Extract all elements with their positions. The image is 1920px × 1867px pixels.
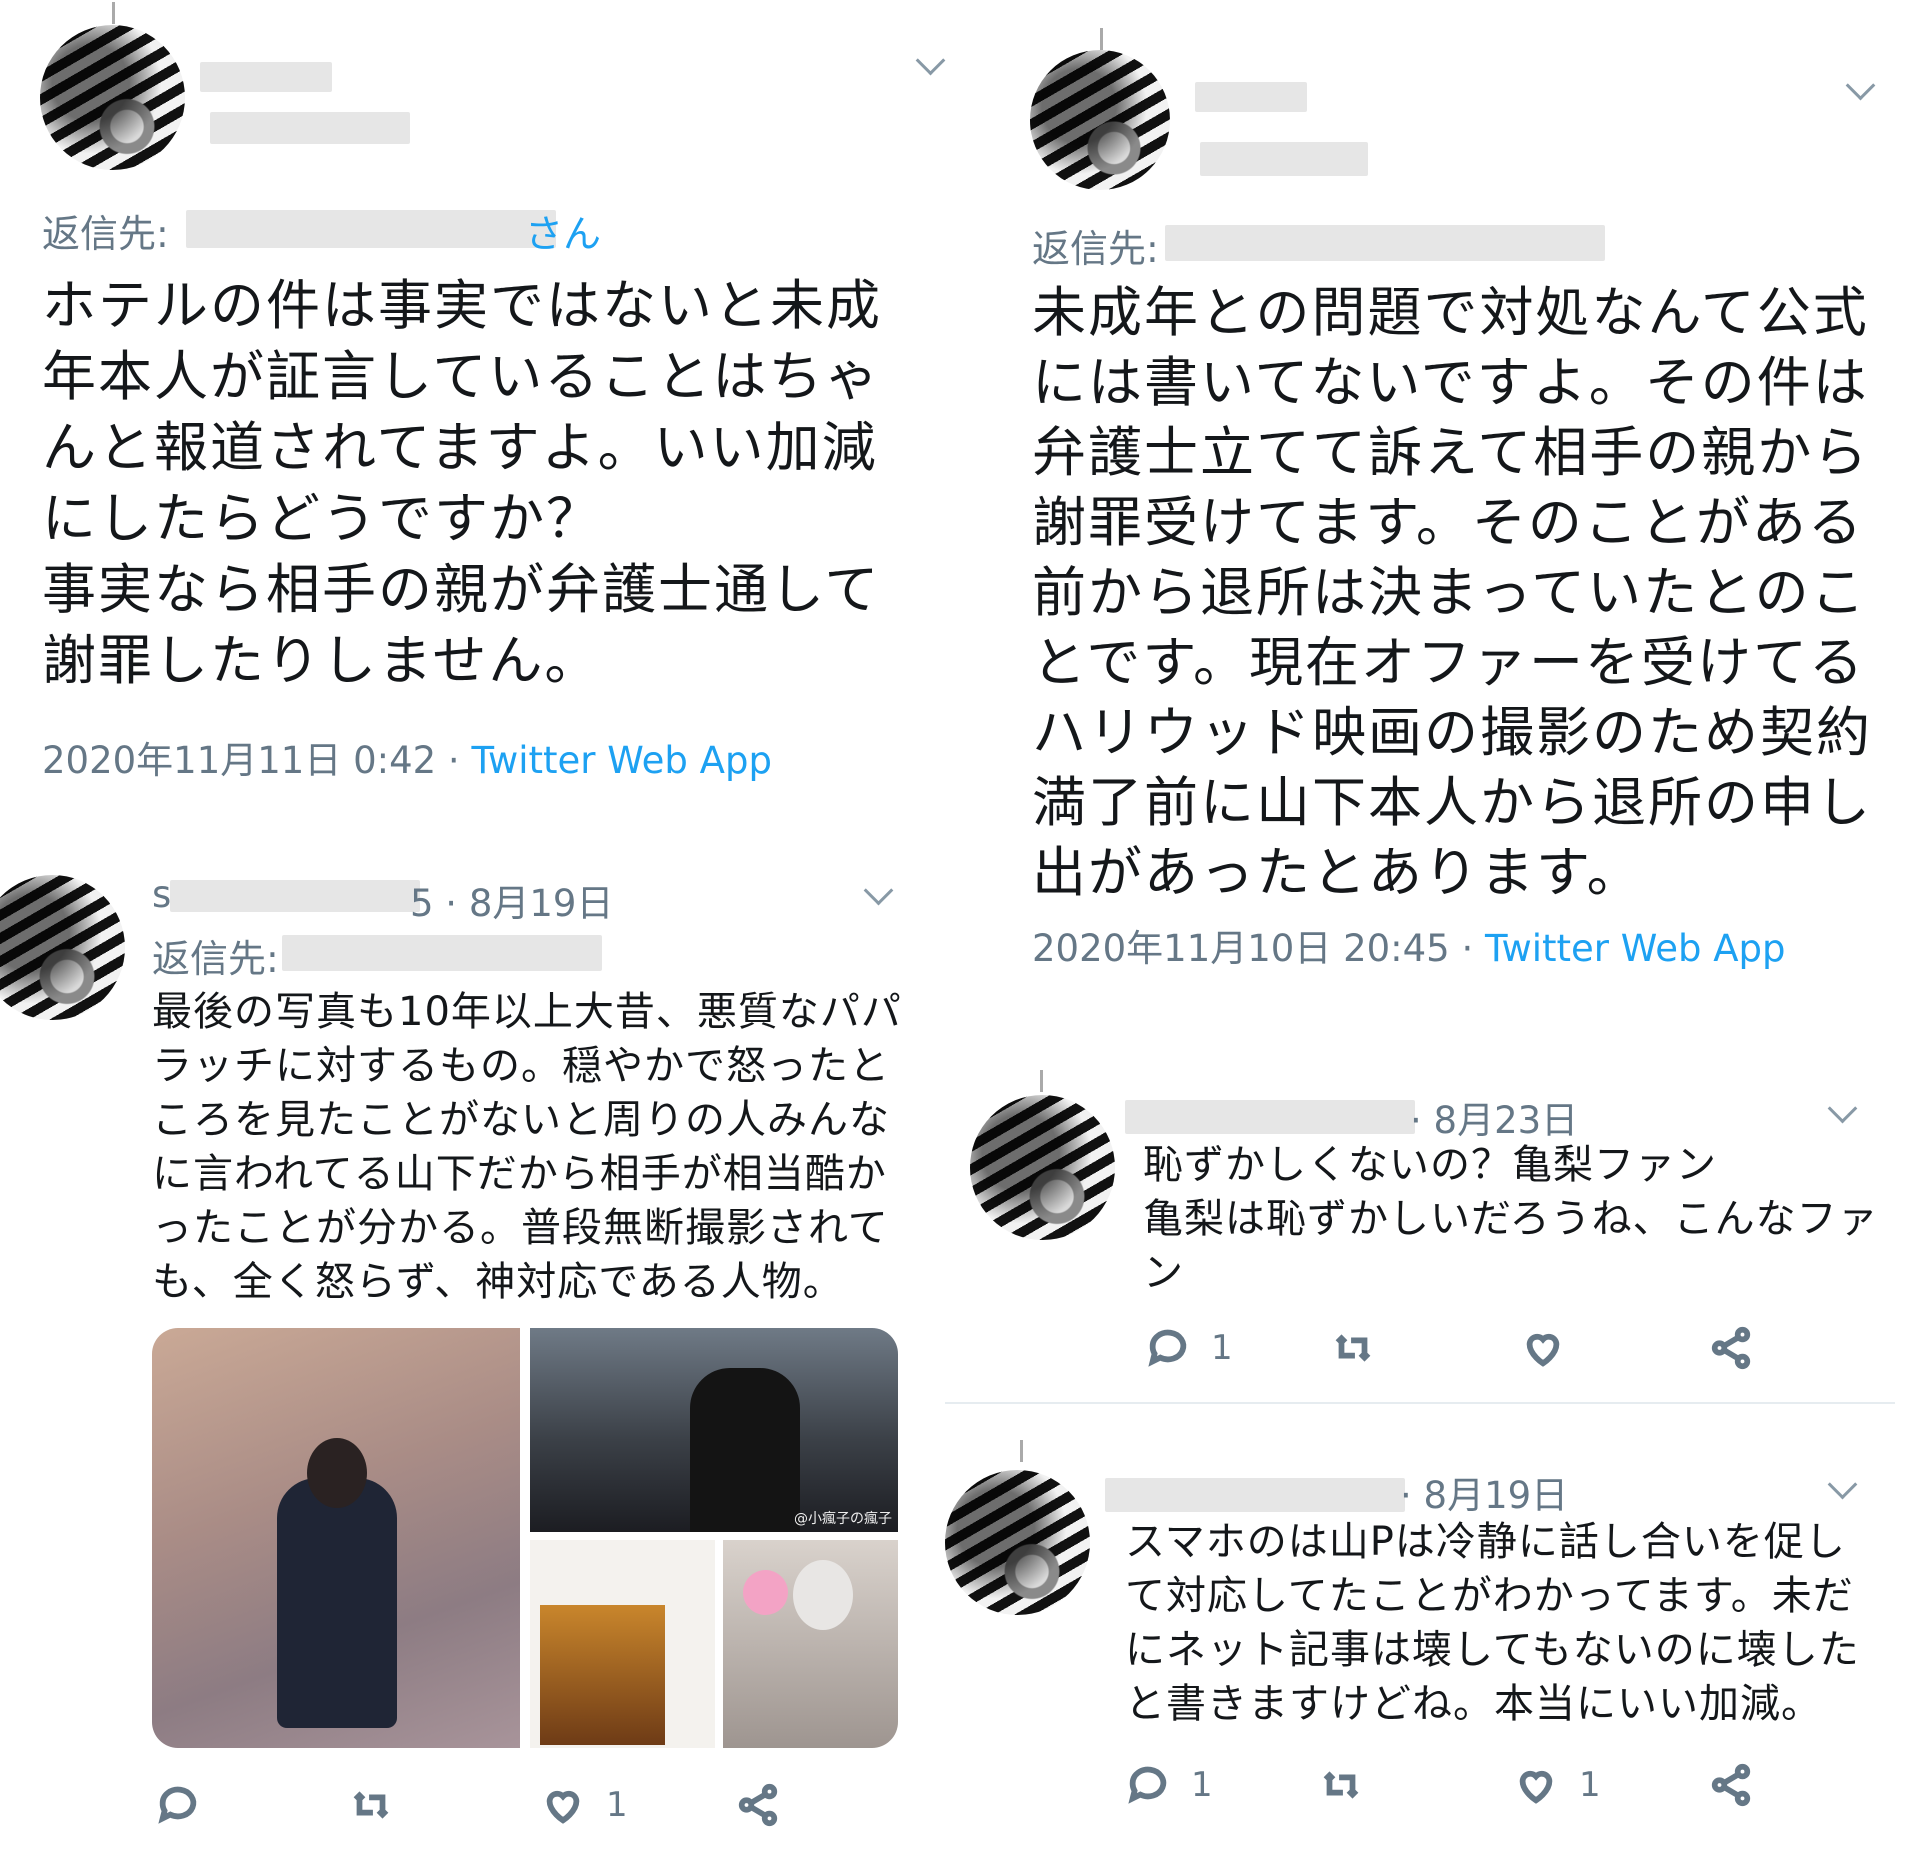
- like-action[interactable]: 1: [1513, 1762, 1601, 1808]
- reply-icon: [158, 1786, 197, 1824]
- source-link[interactable]: Twitter Web App: [1485, 927, 1785, 970]
- tweet-meta: 2020年11月10日 20:45 · Twitter Web App: [1032, 918, 1786, 972]
- source-link[interactable]: Twitter Web App: [471, 739, 771, 782]
- reply-icon: [1128, 1766, 1167, 1804]
- tweet-text: 恥ずかしくないの？亀梨ファン 亀梨は恥ずかしいだろうね、こんなファ ン: [1143, 1142, 1879, 1296]
- thread-line: [1100, 28, 1103, 50]
- redacted-display-name: [200, 62, 332, 92]
- reply-count: 1: [1191, 1765, 1213, 1805]
- tweet-date[interactable]: · 8月23日: [1410, 1090, 1578, 1144]
- magazine-image: [540, 1605, 665, 1745]
- share-action[interactable]: [1708, 1762, 1774, 1808]
- like-action[interactable]: [1520, 1325, 1586, 1371]
- redacted-name-handle: [1125, 1100, 1415, 1134]
- like-icon: [546, 1790, 580, 1824]
- reply-action[interactable]: 1: [1125, 1762, 1213, 1808]
- reply-icon: [1148, 1329, 1187, 1367]
- reply-count: 1: [1211, 1328, 1233, 1368]
- avatar[interactable]: [970, 1095, 1115, 1240]
- chevron-down-icon[interactable]: [1827, 1469, 1858, 1500]
- like-icon: [1519, 1770, 1553, 1804]
- timestamp[interactable]: 2020年11月10日 20:45 ·: [1032, 927, 1473, 970]
- like-action[interactable]: 1: [540, 1782, 628, 1828]
- tweet-text: スマホのは山Pは冷静に話し合いを促し て対応してたことがわかってます。未だ にネ…: [1125, 1519, 1860, 1727]
- thread-line: [1020, 1440, 1023, 1462]
- photo-1[interactable]: [152, 1328, 520, 1748]
- retweet-action[interactable]: [1330, 1325, 1396, 1371]
- like-icon: [1526, 1333, 1560, 1367]
- like-count: 1: [1579, 1765, 1601, 1805]
- reply-to-label: 返信先:: [152, 937, 279, 981]
- share-icon: [1711, 1326, 1751, 1370]
- tweet-meta: 2020年11月11日 0:42 · Twitter Web App: [42, 730, 772, 784]
- like-count: 1: [606, 1785, 628, 1825]
- handle-and-date: 5 · 8月19日: [410, 882, 614, 925]
- reply-action[interactable]: 1: [1145, 1325, 1233, 1371]
- tweet-text: 未成年との問題で対処なんて公式 には書いてないですよ。その件は 弁護士立てて訴え…: [1032, 281, 1872, 904]
- redacted-name-handle: [1105, 1478, 1405, 1512]
- reply-to-label: 返信先:: [42, 212, 169, 256]
- avatar[interactable]: [1030, 50, 1170, 190]
- thread-line: [112, 2, 115, 24]
- redacted-name-handle: [170, 880, 420, 912]
- tweet-divider: [945, 1402, 1895, 1404]
- figure-silhouette: [277, 1478, 397, 1728]
- share-action[interactable]: [735, 1782, 801, 1828]
- retweet-icon: [1323, 1771, 1359, 1799]
- tweet-date[interactable]: · 8月19日: [1400, 1465, 1568, 1519]
- redacted-handle: [1200, 142, 1368, 176]
- retweet-icon: [1335, 1334, 1371, 1362]
- display-name-partial[interactable]: s: [152, 873, 171, 916]
- chevron-down-icon[interactable]: [1845, 70, 1876, 101]
- retweet-icon: [353, 1791, 389, 1819]
- redacted-handle: [210, 112, 410, 144]
- figure-head: [307, 1438, 367, 1508]
- chevron-down-icon[interactable]: [915, 45, 946, 76]
- share-icon: [1711, 1763, 1751, 1807]
- photo-credit: @小瘋子の瘋子: [794, 1511, 892, 1527]
- avatar[interactable]: [945, 1470, 1090, 1615]
- avatar[interactable]: [40, 25, 185, 170]
- figure-silhouette: [690, 1368, 800, 1532]
- retweet-action[interactable]: [348, 1782, 414, 1828]
- retweet-action[interactable]: [1318, 1762, 1384, 1808]
- tweet-text: ホテルの件は事実ではないと未成 年本人が証言していることはちゃ んと報道されてま…: [42, 274, 882, 692]
- photo-3[interactable]: [530, 1540, 715, 1748]
- reply-action[interactable]: [155, 1782, 221, 1828]
- redacted-reply-target[interactable]: [282, 935, 602, 971]
- reply-to-label: 返信先:: [1032, 227, 1159, 271]
- share-icon: [738, 1783, 778, 1827]
- redacted-display-name: [1195, 82, 1307, 112]
- redacted-reply-target[interactable]: [186, 210, 556, 248]
- reply-target-suffix[interactable]: さん: [525, 203, 601, 258]
- thread-line: [1040, 1070, 1043, 1092]
- photo-2[interactable]: @小瘋子の瘋子: [530, 1328, 898, 1532]
- photo-4[interactable]: [723, 1540, 898, 1748]
- tweet-text: 最後の写真も10年以上大昔、悪質なパパ ラッチに対するもの。穏やかで怒ったと こ…: [152, 989, 902, 1305]
- figure-head: [793, 1560, 853, 1630]
- avatar[interactable]: [0, 875, 125, 1020]
- timestamp[interactable]: 2020年11月11日 0:42 ·: [42, 739, 460, 782]
- redacted-reply-target[interactable]: [1165, 225, 1605, 261]
- chevron-down-icon[interactable]: [1827, 1093, 1858, 1124]
- heart-sticker: [743, 1570, 788, 1615]
- chevron-down-icon[interactable]: [863, 875, 894, 906]
- share-action[interactable]: [1708, 1325, 1774, 1371]
